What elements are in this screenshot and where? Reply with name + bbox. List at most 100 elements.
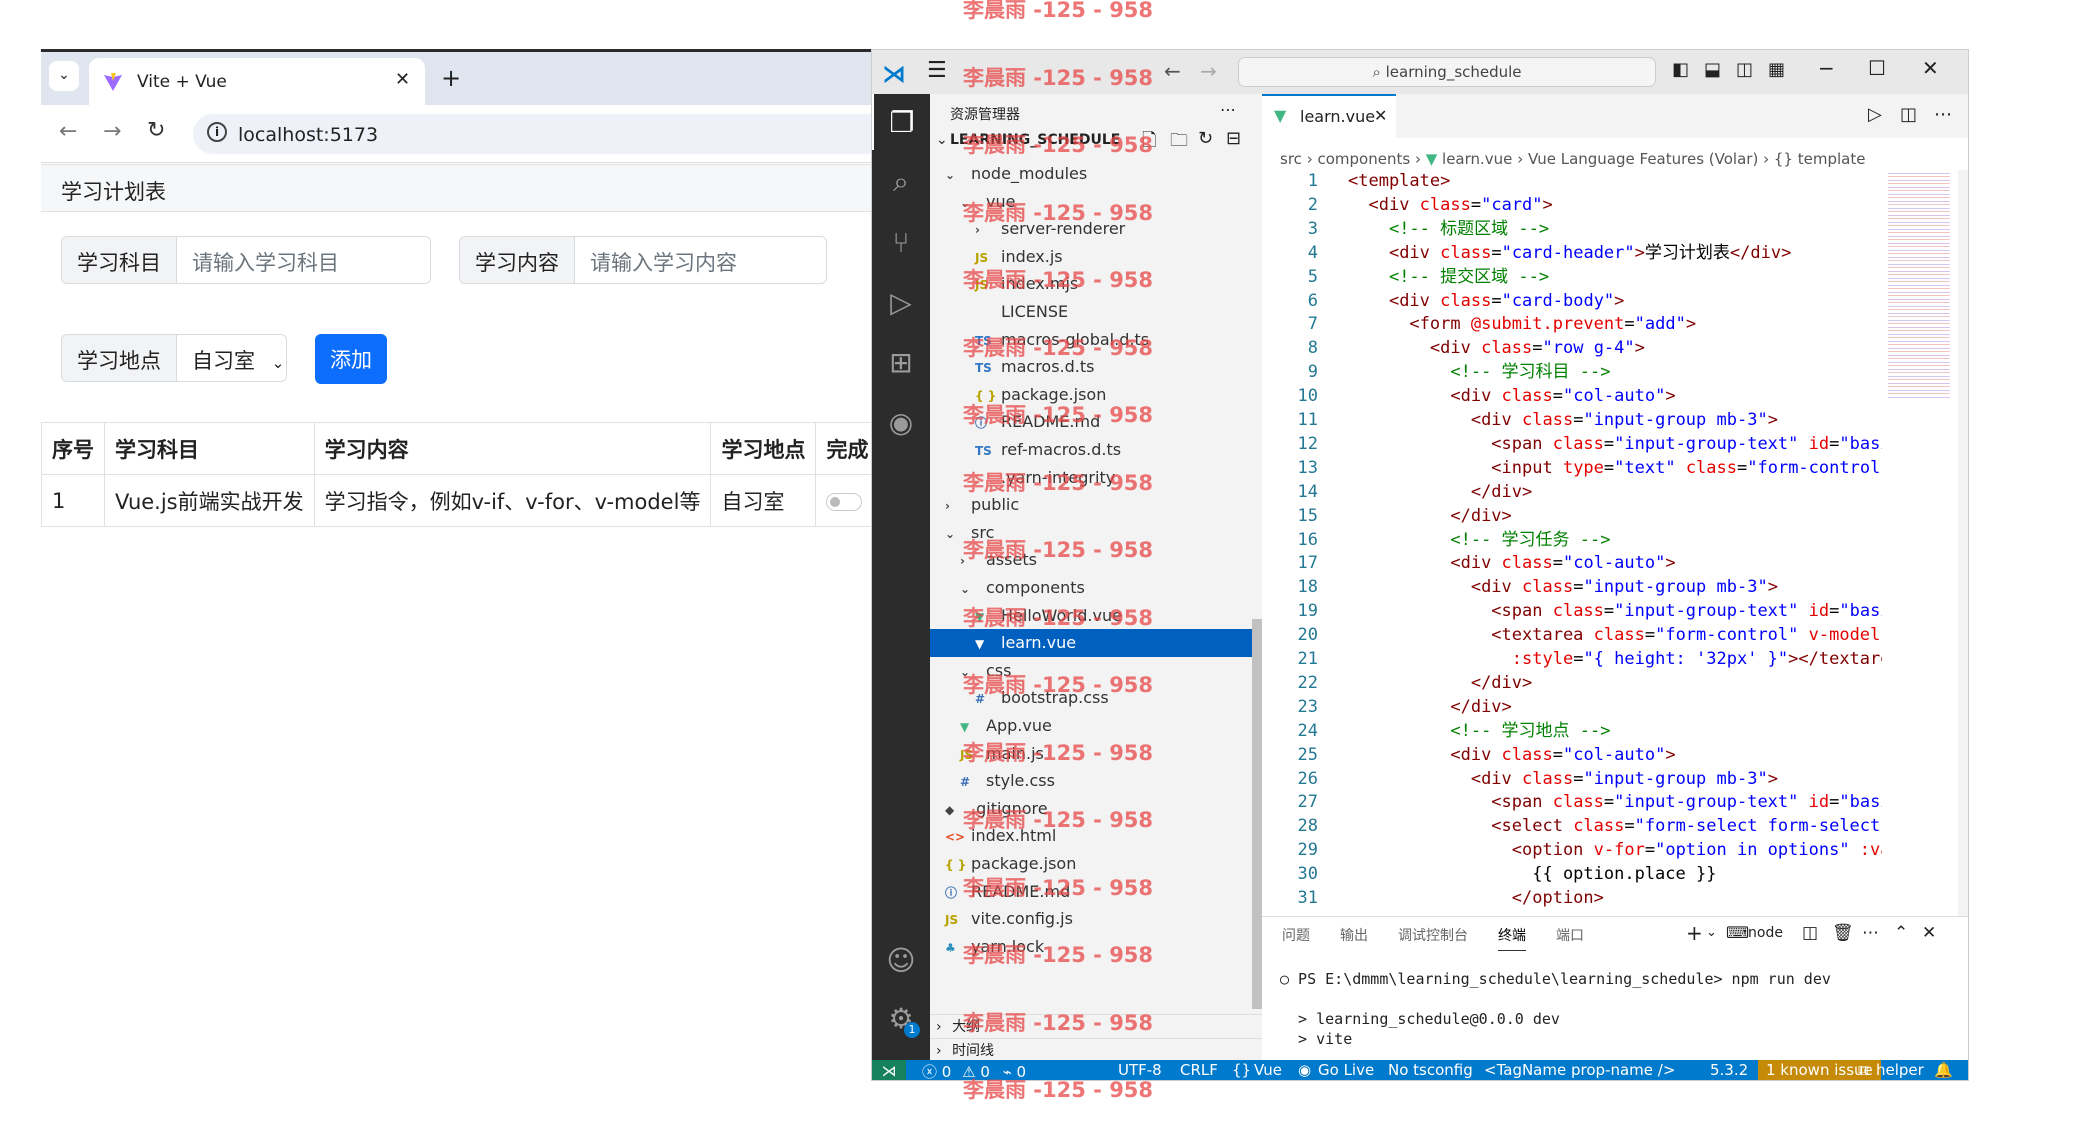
editor-scrollbar[interactable]	[1958, 170, 1968, 950]
tree-item[interactable]: ⌄ vue	[930, 188, 1262, 216]
collapse-all-icon[interactable]: ⊟	[1226, 128, 1241, 149]
tree-item[interactable]: › assets	[930, 546, 1262, 574]
toggle-sidebar-icon[interactable]: ◧	[1672, 59, 1689, 80]
minimap[interactable]	[1888, 170, 1950, 400]
tab-list-button[interactable]: ⌄	[49, 61, 79, 91]
tree-item[interactable]: JS index.mjs	[930, 270, 1262, 298]
timeline-section[interactable]: › 时间线	[930, 1038, 1262, 1062]
manage-gear-icon[interactable]: ⚙	[872, 990, 930, 1046]
status-eol[interactable]: CRLF	[1180, 1061, 1218, 1079]
tree-item[interactable]: # bootstrap.css	[930, 684, 1262, 712]
tree-item[interactable]: ▼ HelloWorld.vue	[930, 602, 1262, 630]
tree-item[interactable]: ⓘ README.md	[930, 878, 1262, 906]
split-editor-icon[interactable]: ◫	[1900, 104, 1917, 125]
accounts-icon[interactable]: ☺	[872, 932, 930, 988]
tree-item[interactable]: # style.css	[930, 767, 1262, 795]
breadcrumb-item[interactable]: src	[1280, 150, 1302, 168]
tree-item[interactable]: ⌄ css	[930, 657, 1262, 685]
terminal-output[interactable]: ○ PS E:\dmmm\learning_schedule\learning_…	[1280, 969, 1950, 1049]
refresh-explorer-icon[interactable]: ↻	[1198, 128, 1213, 149]
run-icon[interactable]: ▷	[1868, 104, 1882, 125]
panel-tab[interactable]: 调试控制台	[1398, 928, 1468, 950]
tree-item[interactable]: TS ref-macros.d.ts	[930, 436, 1262, 464]
tree-item[interactable]: ▼ App.vue	[930, 712, 1262, 740]
kill-terminal-icon[interactable]: 🗑	[1832, 923, 1854, 943]
nav-back-icon[interactable]: ←	[1164, 59, 1181, 83]
url-field[interactable]: i localhost:5173	[193, 114, 871, 154]
new-terminal-icon[interactable]: +	[1686, 921, 1703, 945]
maximize-icon[interactable]: ☐	[1868, 56, 1886, 80]
command-center-search[interactable]: ⌕ learning_schedule	[1238, 57, 1656, 87]
project-title[interactable]: LEARNING_SCHEDULE	[950, 132, 1120, 148]
tree-item[interactable]: ⓘ README.md	[930, 408, 1262, 436]
panel-tab[interactable]: 问题	[1282, 928, 1310, 950]
reload-icon[interactable]: ↻	[147, 118, 165, 143]
tree-item[interactable]: <> index.html	[930, 822, 1262, 850]
terminal-shell-name[interactable]: node	[1748, 925, 1783, 941]
nav-forward-icon[interactable]: →	[1200, 59, 1217, 83]
add-button[interactable]: 添加	[315, 334, 387, 384]
panel-more-icon[interactable]: ⋯	[1862, 923, 1879, 943]
status-warnings[interactable]: 0	[980, 1063, 990, 1080]
new-tab-icon[interactable]: +	[441, 64, 461, 92]
minimize-icon[interactable]: −	[1818, 56, 1835, 80]
tree-item[interactable]: ⌄ node_modules	[930, 160, 1262, 188]
tree-item[interactable]: ♣ yarn.lock	[930, 933, 1262, 961]
tree-item[interactable]: TS macros-global.d.ts	[930, 326, 1262, 354]
notifications-icon[interactable]: 🔔	[1934, 1061, 1953, 1079]
edge-devtools-icon[interactable]: ◉	[872, 394, 930, 450]
extensions-icon[interactable]: ⊞	[872, 334, 930, 390]
panel-tab[interactable]: 端口	[1556, 928, 1584, 950]
tree-item[interactable]: › server-renderer	[930, 215, 1262, 243]
collapse-project-icon[interactable]: ⌄	[936, 132, 948, 148]
site-info-icon[interactable]: i	[207, 122, 227, 142]
close-editor-tab-icon[interactable]: ✕	[1374, 106, 1387, 125]
status-tagname[interactable]: <TagName prop-name />	[1484, 1061, 1675, 1079]
status-tsconfig[interactable]: No tsconfig	[1388, 1061, 1473, 1079]
status-ports[interactable]: 0	[1017, 1063, 1027, 1080]
status-errors[interactable]: 0	[942, 1063, 952, 1080]
remote-indicator[interactable]: ⋊	[872, 1060, 906, 1080]
browser-tab[interactable]: Vite + Vue ✕	[89, 58, 425, 108]
maximize-panel-icon[interactable]: ⌃	[1894, 923, 1908, 943]
new-file-icon[interactable]: 🗋	[1142, 128, 1156, 158]
code-editor[interactable]: 1 <template> 2 <div class="card"> 3 <!-- 标题…	[1262, 170, 1882, 914]
tree-item[interactable]: { } package.json	[930, 381, 1262, 409]
new-folder-icon[interactable]: 🗀	[1170, 128, 1188, 158]
toggle-panel-icon[interactable]: ⬓	[1704, 59, 1721, 80]
search-view-icon[interactable]: ⌕	[872, 154, 930, 210]
menu-icon[interactable]: ☰	[927, 58, 947, 83]
tree-item[interactable]: TS macros.d.ts	[930, 353, 1262, 381]
terminal-dropdown-icon[interactable]: ⌄	[1706, 925, 1717, 940]
customize-layout-icon[interactable]: ▦	[1768, 59, 1785, 80]
tree-item[interactable]: JS main.js	[930, 740, 1262, 768]
tree-item[interactable]: .yarn-integrity	[930, 464, 1262, 492]
status-encoding[interactable]: UTF-8	[1118, 1061, 1162, 1079]
tree-item[interactable]: { } package.json	[930, 850, 1262, 878]
tree-item[interactable]: ▼ learn.vue	[930, 629, 1262, 657]
forward-icon[interactable]: →	[103, 119, 121, 144]
subject-input[interactable]: 请输入学习科目	[177, 237, 354, 283]
more-actions-icon[interactable]: ⋯	[1220, 100, 1236, 119]
breadcrumb-item[interactable]: template	[1798, 150, 1866, 168]
breadcrumb-item[interactable]: components	[1317, 150, 1410, 168]
toggle-secondary-sidebar-icon[interactable]: ◫	[1736, 59, 1753, 80]
tree-item[interactable]: › public	[930, 491, 1262, 519]
breadcrumb-item[interactable]: learn.vue	[1442, 150, 1512, 168]
tree-item[interactable]: ⌄ src	[930, 519, 1262, 547]
tree-item[interactable]: JS vite.config.js	[930, 905, 1262, 933]
back-icon[interactable]: ←	[59, 119, 77, 144]
status-golive[interactable]: Go Live	[1318, 1061, 1374, 1079]
explorer-icon[interactable]: ❐	[872, 94, 930, 150]
tree-item[interactable]: JS index.js	[930, 243, 1262, 271]
close-window-icon[interactable]: ✕	[1922, 56, 1939, 80]
run-debug-icon[interactable]: ▷	[872, 274, 930, 330]
status-language[interactable]: Vue	[1254, 1061, 1282, 1079]
panel-tab[interactable]: 输出	[1340, 928, 1368, 950]
tree-item[interactable]: ◆ .gitignore	[930, 795, 1262, 823]
tree-item[interactable]: ⌄ components	[930, 574, 1262, 602]
close-panel-icon[interactable]: ✕	[1922, 923, 1936, 943]
tree-item[interactable]: LICENSE	[930, 298, 1262, 326]
status-helper[interactable]: helper	[1876, 1061, 1924, 1079]
done-toggle[interactable]	[826, 492, 863, 511]
